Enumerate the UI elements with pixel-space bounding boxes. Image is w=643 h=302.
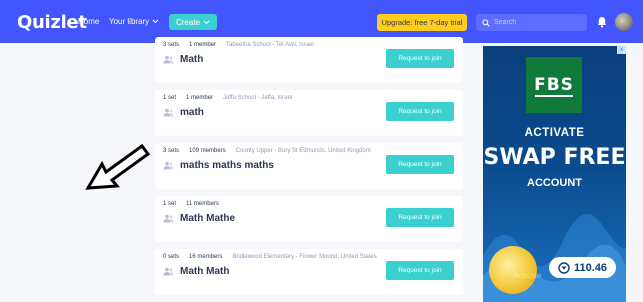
advertisement-banner[interactable]: x FBS ACTIVATE SWAP FREE ACCOUNT 110.46 … [483, 46, 626, 302]
class-result-card[interactable]: 3 sets 109 members County Upper - Bury St … [155, 143, 463, 189]
request-to-join-button[interactable]: Request to join [386, 49, 454, 68]
class-title[interactable]: Math Math [163, 266, 229, 277]
search-icon [482, 18, 490, 27]
class-name: math [180, 107, 204, 118]
class-meta: 1 set 11 members [163, 201, 229, 207]
member-count: 1 member [186, 95, 214, 101]
chevron-down-icon [152, 19, 159, 24]
ad-price-pill: 110.46 [549, 257, 616, 278]
ad-coin-graphic [489, 246, 537, 294]
set-count: 0 sets [163, 254, 180, 260]
class-result-card[interactable]: 3 sets 1 member Tabeetha School - Tel Aviv… [155, 37, 463, 83]
class-group-icon [163, 108, 174, 117]
school-name: Bridlewood Elementary - Flower Mound, Un… [232, 254, 377, 260]
class-result-card[interactable]: 1 set 1 member Jaffa School - Jaffa, Israe… [155, 90, 463, 136]
annotation-arrow [85, 143, 151, 190]
ad-watermark: Activate [513, 271, 542, 280]
arrow-down-circle-icon [558, 261, 570, 274]
class-meta: 3 sets 109 members County Upper - Bury St … [163, 148, 371, 154]
create-button-label: Create [175, 17, 200, 27]
request-to-join-button[interactable]: Request to join [386, 102, 454, 121]
ad-headline-2: SWAP FREE [483, 145, 626, 170]
ad-headline-1: ACTIVATE [524, 127, 585, 139]
school-name: Tabeetha School - Tel Aviv, Israel [226, 42, 314, 48]
member-count: 109 members [189, 148, 226, 154]
class-title[interactable]: maths maths maths [163, 160, 274, 171]
ad-close-badge[interactable]: x [617, 46, 626, 54]
ad-price-value: 110.46 [573, 261, 608, 274]
quizlet-logo[interactable]: Quizlet [17, 12, 87, 33]
request-to-join-button[interactable]: Request to join [386, 208, 454, 227]
set-count: 1 set [163, 201, 177, 207]
search-input[interactable] [494, 19, 584, 26]
member-count: 1 member [189, 42, 217, 48]
set-count: 1 set [163, 95, 177, 101]
member-count: 11 members [186, 201, 219, 207]
class-title[interactable]: Math [163, 54, 203, 65]
class-name: Math Mathe [180, 213, 235, 224]
request-to-join-button[interactable]: Request to join [386, 261, 454, 280]
search-box[interactable] [476, 14, 587, 31]
class-group-icon [163, 55, 174, 64]
request-to-join-button[interactable]: Request to join [386, 155, 454, 174]
class-title[interactable]: Math Mathe [163, 213, 235, 224]
class-group-icon [163, 267, 174, 276]
set-count: 3 sets [163, 148, 180, 154]
class-group-icon [163, 161, 174, 170]
ad-headline-3: ACCOUNT [527, 177, 582, 189]
school-name: County Upper - Bury St Edmunds, United K… [235, 148, 371, 154]
user-avatar[interactable] [615, 13, 633, 31]
nav-your-library[interactable]: Your library [109, 17, 159, 26]
member-count: 16 members [189, 254, 223, 260]
class-name: Math Math [180, 266, 230, 277]
class-meta: 1 set 1 member Jaffa School - Jaffa, Israe… [163, 95, 292, 101]
class-meta: 0 sets 16 members Bridlewood Elementary - … [163, 254, 377, 260]
fbs-logo: FBS [526, 57, 582, 113]
class-name: Math [180, 54, 204, 65]
class-result-card[interactable]: 1 set 11 members Math Mathe Request to join [155, 196, 463, 242]
upgrade-button[interactable]: Upgrade: free 7-day trial [377, 14, 467, 31]
set-count: 3 sets [163, 42, 180, 48]
create-button[interactable]: Create [169, 14, 217, 30]
school-name: Jaffa School - Jaffa, Israel [223, 95, 293, 101]
fbs-logo-underline [535, 95, 573, 97]
class-title[interactable]: math [163, 107, 204, 118]
class-meta: 3 sets 1 member Tabeetha School - Tel Aviv… [163, 42, 314, 48]
class-result-card[interactable]: 0 sets 16 members Bridlewood Elementary - … [155, 249, 463, 295]
nav-home-link[interactable]: Home [78, 17, 99, 26]
nav-your-library-label: Your library [109, 17, 150, 26]
notifications-bell-icon[interactable] [595, 15, 609, 29]
class-group-icon [163, 214, 174, 223]
class-name: maths maths maths [180, 160, 274, 171]
chevron-down-icon [203, 20, 210, 24]
